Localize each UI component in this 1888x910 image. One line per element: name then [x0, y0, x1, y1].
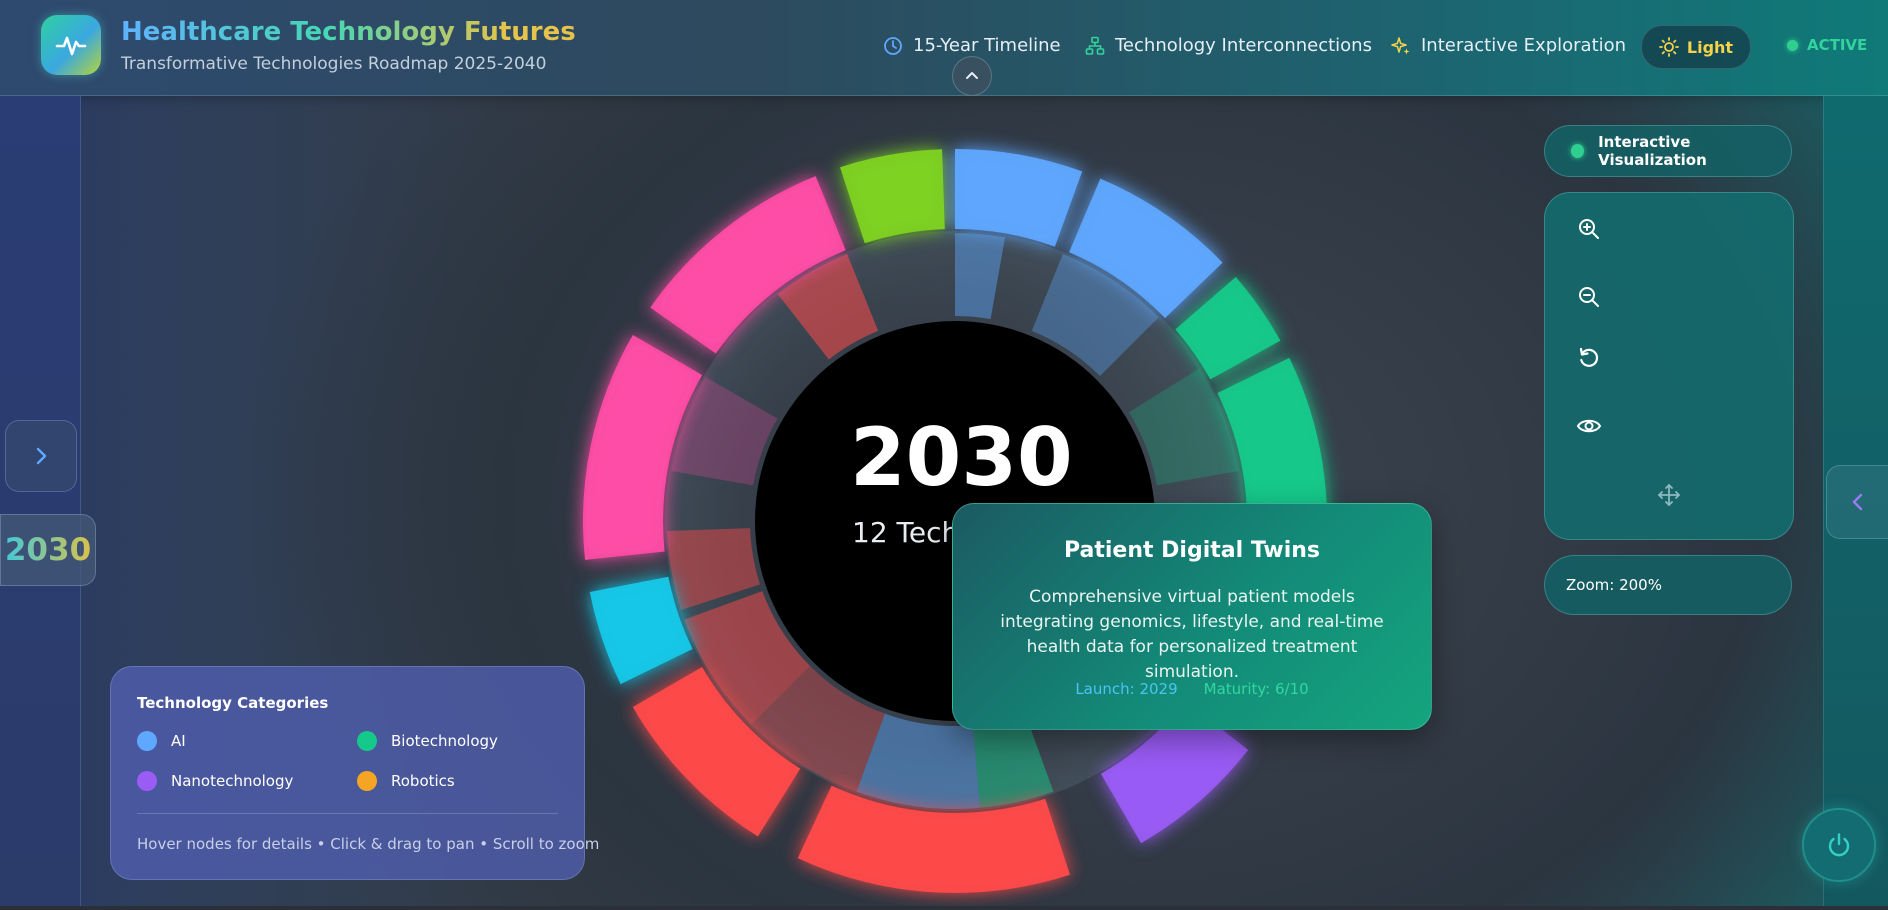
tooltip-title: Patient Digital Twins [1063, 538, 1321, 563]
zoom-out-button[interactable] [1572, 280, 1606, 314]
viz-status-dot [1571, 144, 1585, 158]
legend-divider [137, 813, 558, 814]
viz-badge-label: Interactive Visualization [1598, 133, 1707, 169]
tech-tooltip: Patient Digital Twins Comprehensive virt… [952, 503, 1432, 730]
tooltip-meta: Launch: 2029 Maturity: 6/10 [953, 680, 1431, 698]
legend-dot-ai [137, 731, 157, 751]
zoom-level-display: Zoom: 200% [1544, 555, 1792, 615]
legend-item-nanotechnology: Nanotechnology [137, 771, 293, 791]
legend-dot-nanotechnology [137, 771, 157, 791]
legend-label-biotechnology: Biotechnology [391, 732, 498, 750]
tooltip-launch: Launch: 2029 [1075, 680, 1178, 698]
legend-title: Technology Categories [137, 694, 329, 712]
zoom-out-icon [1579, 287, 1599, 307]
reset-view-button[interactable] [1572, 341, 1606, 375]
outer-segment-lime[interactable] [840, 149, 945, 244]
legend-dot-biotechnology [357, 731, 377, 751]
legend-item-ai: AI [137, 731, 186, 751]
power-button[interactable] [1802, 808, 1876, 882]
tooltip-maturity: Maturity: 6/10 [1203, 680, 1309, 698]
legend-item-biotechnology: Biotechnology [357, 731, 498, 751]
interactive-visualization-badge: Interactive Visualization [1544, 125, 1792, 177]
legend-label-nanotechnology: Nanotechnology [171, 772, 294, 790]
power-icon [1828, 833, 1850, 857]
bottom-scroll-track [0, 906, 1888, 910]
center-tech-count: 12 Tech [852, 516, 960, 549]
center-year: 2030 [850, 411, 1073, 504]
category-legend: Technology Categories AI Biotechnology N… [110, 666, 599, 880]
tooltip-description: Comprehensive virtual patient models int… [1000, 587, 1384, 682]
zoom-in-button[interactable] [1572, 212, 1606, 246]
controls-panel [1544, 192, 1794, 540]
toggle-view-button[interactable] [1572, 409, 1606, 443]
legend-dot-robotics [357, 771, 377, 791]
zoom-in-icon [1579, 219, 1599, 239]
legend-label-robotics: Robotics [391, 772, 455, 790]
zoom-level-label: Zoom: 200% [1566, 576, 1662, 594]
legend-label-ai: AI [171, 732, 186, 750]
pan-handle[interactable] [1657, 483, 1681, 511]
eye-icon [1576, 419, 1602, 433]
legend-item-robotics: Robotics [357, 771, 455, 791]
move-icon [1658, 484, 1680, 506]
reset-icon [1579, 347, 1599, 367]
legend-hint: Hover nodes for details • Click & drag t… [137, 835, 600, 853]
